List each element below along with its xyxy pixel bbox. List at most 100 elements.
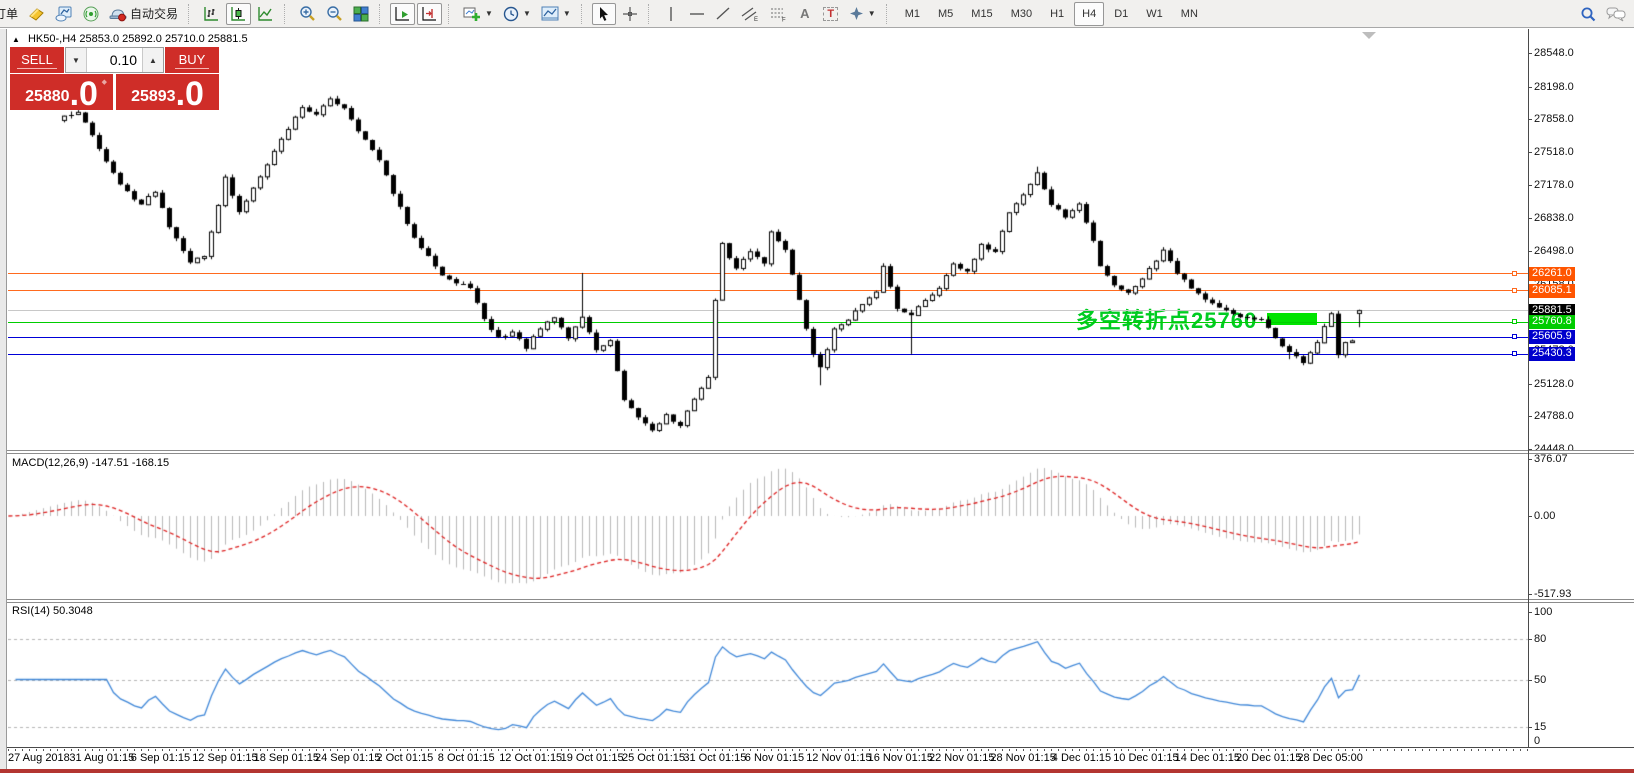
new-order-button[interactable]: 订单 — [0, 3, 22, 25]
timeframe-group: M1 M5 M15 M30 H1 H4 D1 W1 MN — [897, 1, 1206, 26]
collapse-arrow-icon[interactable]: ▲ — [12, 35, 20, 44]
trendline-button[interactable] — [711, 3, 735, 25]
line-price-label: 26261.0 — [1529, 266, 1575, 281]
bar-chart-type-button[interactable] — [199, 3, 224, 25]
rsi-tick-label: 80 — [1534, 633, 1547, 645]
autotrading-button[interactable]: 自动交易 — [105, 3, 182, 25]
buy-label: BUY — [174, 52, 210, 69]
time-tick-label: 28 Dec 05:00 — [1297, 752, 1363, 764]
sell-price-button[interactable]: 25880 .0 ◆ — [10, 74, 113, 114]
chat-icon — [1606, 7, 1626, 21]
tile-windows-icon — [353, 6, 369, 21]
line-handle[interactable] — [1512, 287, 1517, 293]
zoom-in-button[interactable] — [295, 3, 320, 25]
chart-shift-icon — [422, 6, 437, 21]
time-tick-label: 4 Dec 01:15 — [1051, 752, 1112, 764]
time-tick-label: 24 Sep 01:15 — [315, 752, 381, 764]
gold-book-icon — [29, 8, 44, 21]
rsi-header: RSI(14) 50.3048 — [12, 605, 93, 617]
buy-price-button[interactable]: 25893 .0 — [116, 74, 219, 111]
timeframe-button-m30[interactable]: M30 — [1003, 2, 1040, 26]
search-button[interactable] — [1576, 3, 1600, 25]
volume-input[interactable]: 0.10 — [87, 48, 142, 72]
line-handle[interactable] — [1512, 351, 1517, 357]
line-handle[interactable] — [1512, 334, 1517, 340]
horizontal-line-icon — [689, 12, 704, 15]
price-tick-label: 27518.0 — [1534, 146, 1574, 159]
signals-button[interactable] — [79, 3, 103, 25]
sell-price-big-digit: .0 — [69, 75, 98, 114]
cursor-arrow-icon — [599, 6, 608, 21]
price-tick-label: 28548.0 — [1534, 46, 1574, 59]
line-price-label: 25430.3 — [1529, 347, 1575, 362]
timeframe-button-m1[interactable]: M1 — [897, 2, 928, 26]
price-tick-label: 27858.0 — [1534, 113, 1574, 126]
buy-button[interactable]: BUY — [165, 47, 219, 73]
tile-windows-button[interactable] — [349, 3, 373, 25]
periods-button[interactable]: ▼ — [499, 3, 535, 25]
macd-header: MACD(12,26,9) -147.51 -168.15 — [12, 457, 169, 469]
candlestick-chart-type-button[interactable] — [226, 2, 252, 25]
mt4-window: { "toolbar": { "order_label": "订单", "aut… — [0, 0, 1634, 773]
price-tick-label: 28198.0 — [1534, 80, 1574, 93]
window-left-edge — [0, 29, 7, 770]
chart-shift-button[interactable] — [417, 2, 443, 25]
sell-button[interactable]: SELL — [10, 47, 64, 73]
price-tick-label: 27178.0 — [1534, 179, 1574, 192]
price-tick-label: 24788.0 — [1534, 410, 1574, 423]
new-chart-button[interactable]: ▼ — [459, 3, 497, 25]
macd-signal-value: -168.15 — [131, 457, 170, 469]
timeframe-button-h1[interactable]: H1 — [1042, 2, 1072, 26]
text-label-tool-label: T — [823, 6, 839, 21]
volume-decrease-button[interactable]: ▼ — [66, 48, 87, 72]
chart-window-button[interactable] — [24, 3, 49, 25]
chat-button[interactable] — [1602, 3, 1630, 25]
line-chart-type-button[interactable] — [253, 3, 278, 25]
macd-main-value: -147.51 — [91, 457, 129, 469]
time-tick-label: 2 Oct 01:15 — [376, 752, 434, 764]
timeframe-button-w1[interactable]: W1 — [1138, 2, 1171, 26]
text-button[interactable]: A — [793, 3, 817, 25]
zoom-out-button[interactable] — [322, 3, 347, 25]
arrows-tool-icon — [849, 7, 863, 20]
macd-tick-label: 0.00 — [1534, 510, 1556, 522]
timeframe-button-h4[interactable]: H4 — [1074, 1, 1105, 26]
text-label-button[interactable]: T — [819, 3, 843, 25]
timeframe-button-m5[interactable]: M5 — [930, 2, 961, 26]
profiles-button[interactable] — [51, 3, 77, 25]
macd-indicator-canvas[interactable] — [8, 454, 1528, 599]
vertical-line-icon — [670, 6, 672, 21]
line-handle[interactable] — [1512, 319, 1517, 325]
zoom-out-icon — [327, 6, 342, 21]
one-click-trading-panel: SELL ▼ 0.10 ▲ BUY 25880 .0 ◆ 25893 .0 — [10, 47, 219, 114]
timeframe-button-d1[interactable]: D1 — [1106, 2, 1136, 26]
fibonacci-button[interactable]: F — [765, 3, 791, 25]
vertical-line-button[interactable] — [659, 3, 683, 25]
rsi-indicator-canvas[interactable] — [8, 603, 1528, 747]
line-handle[interactable] — [1512, 270, 1517, 276]
line-chart-icon — [258, 6, 273, 21]
volume-increase-button[interactable]: ▲ — [142, 48, 163, 72]
equidistant-channel-button[interactable]: E — [737, 3, 763, 25]
template-icon — [541, 6, 559, 21]
expert-hat-icon — [109, 8, 127, 21]
line-price-label: 25760.8 — [1529, 315, 1575, 330]
templates-button[interactable]: ▼ — [537, 3, 575, 25]
new-order-label: 订单 — [0, 7, 19, 21]
macd-rsi-separator[interactable] — [7, 599, 1634, 603]
dropdown-caret-icon: ▼ — [562, 9, 571, 18]
panel-options-icon[interactable]: ◆ — [102, 78, 107, 86]
cursor-button[interactable] — [591, 2, 616, 25]
horizontal-line-button[interactable] — [685, 3, 709, 25]
timeframe-button-m15[interactable]: M15 — [963, 2, 1000, 26]
ohlc-values: 25853.0 25892.0 25710.0 25881.5 — [79, 33, 248, 45]
price-chart-canvas[interactable] — [8, 30, 1528, 452]
crosshair-button[interactable] — [618, 3, 642, 25]
main-macd-separator[interactable] — [7, 450, 1634, 454]
arrows-button[interactable]: ▼ — [845, 3, 880, 25]
time-tick-label: 31 Aug 01:15 — [69, 752, 135, 764]
time-tick-label: 31 Oct 01:15 — [683, 752, 747, 764]
auto-scroll-button[interactable] — [390, 2, 416, 25]
timeframe-button-mn[interactable]: MN — [1173, 2, 1206, 26]
time-tick-label: 20 Dec 01:15 — [1236, 752, 1302, 764]
